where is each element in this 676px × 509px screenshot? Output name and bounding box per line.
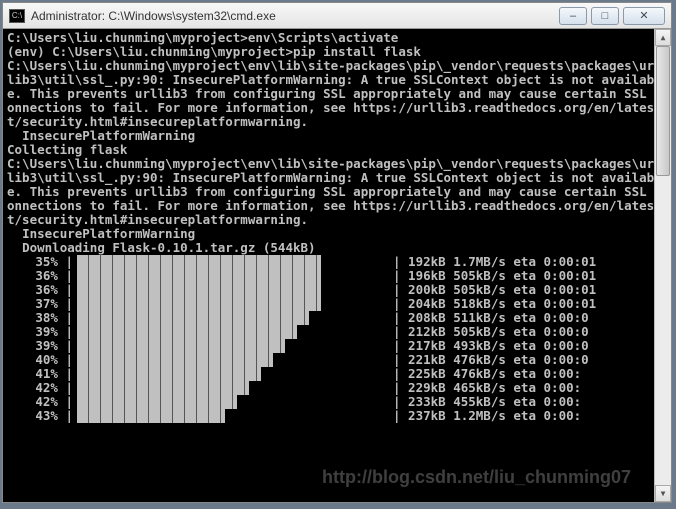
progress-line: 42% | | 229kB 465kB/s eta 0:00: <box>7 381 667 395</box>
progress-bar <box>77 297 387 311</box>
progress-fill <box>77 395 237 409</box>
progress-stats: | 221kB 476kB/s eta 0:00:0 <box>387 353 589 367</box>
cmd-window: C:\ Administrator: C:\Windows\system32\c… <box>2 2 672 503</box>
output-line: (env) C:\Users\liu.chunming\myproject>pi… <box>7 45 667 59</box>
output-line: InsecurePlatformWarning <box>7 227 667 241</box>
progress-percent: 36% | <box>7 269 77 283</box>
progress-line: 39% | | 212kB 505kB/s eta 0:00:0 <box>7 325 667 339</box>
progress-percent: 41% | <box>7 367 77 381</box>
progress-fill <box>77 353 273 367</box>
close-button[interactable]: ✕ <box>623 7 665 25</box>
progress-stats: | 192kB 1.7MB/s eta 0:00:01 <box>387 255 596 269</box>
progress-fill <box>77 367 261 381</box>
progress-bar <box>77 269 387 283</box>
terminal-output[interactable]: C:\Users\liu.chunming\myproject>env\Scri… <box>3 29 671 502</box>
scroll-up-button[interactable]: ▲ <box>655 29 671 46</box>
progress-fill <box>77 339 285 353</box>
progress-line: 39% | | 217kB 493kB/s eta 0:00:0 <box>7 339 667 353</box>
progress-stats: | 204kB 518kB/s eta 0:00:01 <box>387 297 596 311</box>
progress-stats: | 237kB 1.2MB/s eta 0:00: <box>387 409 581 423</box>
progress-line: 38% | | 208kB 511kB/s eta 0:00:0 <box>7 311 667 325</box>
progress-stats: | 233kB 455kB/s eta 0:00: <box>387 395 581 409</box>
progress-line: 35% | | 192kB 1.7MB/s eta 0:00:01 <box>7 255 667 269</box>
progress-bar <box>77 381 387 395</box>
progress-stats: | 229kB 465kB/s eta 0:00: <box>387 381 581 395</box>
scrollbar-thumb[interactable] <box>656 46 670 176</box>
progress-fill <box>77 255 321 269</box>
progress-percent: 39% | <box>7 339 77 353</box>
output-line: Collecting flask <box>7 143 667 157</box>
progress-stats: | 200kB 505kB/s eta 0:00:01 <box>387 283 596 297</box>
progress-stats: | 225kB 476kB/s eta 0:00: <box>387 367 581 381</box>
window-title: Administrator: C:\Windows\system32\cmd.e… <box>31 9 555 23</box>
output-line: C:\Users\liu.chunming\myproject\env\lib\… <box>7 59 667 129</box>
progress-fill <box>77 269 321 283</box>
progress-bar <box>77 339 387 353</box>
output-line: InsecurePlatformWarning <box>7 129 667 143</box>
progress-fill <box>77 325 297 339</box>
progress-line: 43% | | 237kB 1.2MB/s eta 0:00: <box>7 409 667 423</box>
progress-bar <box>77 255 387 269</box>
progress-percent: 40% | <box>7 353 77 367</box>
progress-line: 36% | | 196kB 505kB/s eta 0:00:01 <box>7 269 667 283</box>
progress-percent: 35% | <box>7 255 77 269</box>
titlebar: C:\ Administrator: C:\Windows\system32\c… <box>3 3 671 29</box>
progress-bar <box>77 367 387 381</box>
progress-stats: | 212kB 505kB/s eta 0:00:0 <box>387 325 589 339</box>
progress-bar <box>77 353 387 367</box>
progress-fill <box>77 311 309 325</box>
progress-percent: 38% | <box>7 311 77 325</box>
maximize-button[interactable]: □ <box>591 7 619 25</box>
progress-line: 40% | | 221kB 476kB/s eta 0:00:0 <box>7 353 667 367</box>
progress-percent: 42% | <box>7 381 77 395</box>
progress-percent: 43% | <box>7 409 77 423</box>
progress-bar <box>77 409 387 423</box>
progress-fill <box>77 381 249 395</box>
progress-stats: | 217kB 493kB/s eta 0:00:0 <box>387 339 589 353</box>
progress-line: 37% | | 204kB 518kB/s eta 0:00:01 <box>7 297 667 311</box>
output-line: C:\Users\liu.chunming\myproject\env\lib\… <box>7 157 667 227</box>
output-line: Downloading Flask-0.10.1.tar.gz (544kB) <box>7 241 667 255</box>
progress-line: 41% | | 225kB 476kB/s eta 0:00: <box>7 367 667 381</box>
watermark-text: http://blog.csdn.net/liu_chunming07 <box>322 470 631 484</box>
progress-bar <box>77 283 387 297</box>
progress-stats: | 196kB 505kB/s eta 0:00:01 <box>387 269 596 283</box>
progress-bar <box>77 325 387 339</box>
scroll-down-button[interactable]: ▼ <box>655 485 671 502</box>
progress-line: 36% | | 200kB 505kB/s eta 0:00:01 <box>7 283 667 297</box>
progress-percent: 36% | <box>7 283 77 297</box>
progress-fill <box>77 297 321 311</box>
progress-bar <box>77 311 387 325</box>
progress-stats: | 208kB 511kB/s eta 0:00:0 <box>387 311 589 325</box>
output-line: C:\Users\liu.chunming\myproject>env\Scri… <box>7 31 667 45</box>
progress-percent: 37% | <box>7 297 77 311</box>
progress-fill <box>77 283 321 297</box>
progress-percent: 42% | <box>7 395 77 409</box>
progress-line: 42% | | 233kB 455kB/s eta 0:00: <box>7 395 667 409</box>
progress-fill <box>77 409 225 423</box>
progress-percent: 39% | <box>7 325 77 339</box>
progress-bar <box>77 395 387 409</box>
cmd-icon: C:\ <box>9 9 25 23</box>
vertical-scrollbar[interactable]: ▲ ▼ <box>654 29 671 502</box>
minimize-button[interactable]: – <box>559 7 587 25</box>
scrollbar-track[interactable] <box>655 46 671 485</box>
